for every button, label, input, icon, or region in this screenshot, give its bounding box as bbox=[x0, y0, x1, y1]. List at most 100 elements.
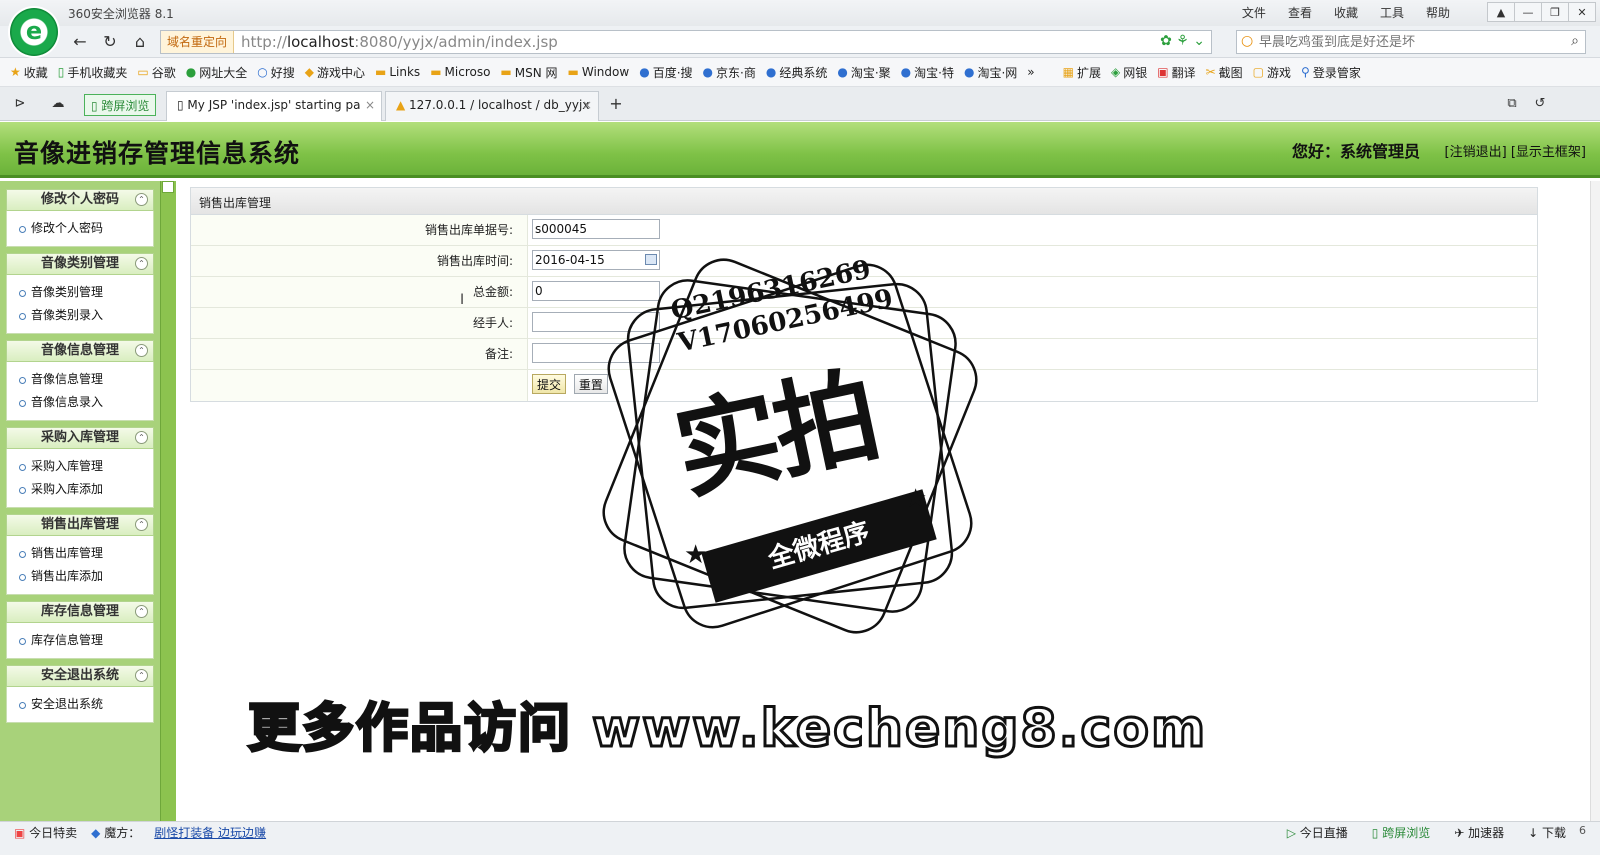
sidebar-item-exit[interactable]: 安全退出系统 bbox=[19, 693, 153, 716]
fav-item[interactable]: ★ 收藏 bbox=[10, 64, 48, 81]
fav-item[interactable]: ◆ 游戏中心 bbox=[305, 64, 365, 81]
collapse-icon[interactable]: ⌃ bbox=[135, 518, 148, 531]
section-header-purchase[interactable]: 采购入库管理 ⌃ bbox=[6, 427, 154, 449]
back-icon[interactable]: ← bbox=[68, 31, 92, 53]
fav-item[interactable]: ● 网址大全 bbox=[186, 64, 248, 81]
browser-logo-icon[interactable]: e bbox=[10, 8, 58, 56]
tool-screenshot[interactable]: ✂ 截图 bbox=[1206, 64, 1243, 81]
menu-file[interactable]: 文件 bbox=[1242, 4, 1266, 21]
address-url[interactable]: http://localhost:8080/yyjx/admin/index.j… bbox=[241, 33, 558, 51]
address-bar[interactable]: 域名重定向 http://localhost:8080/yyjx/admin/i… bbox=[160, 30, 1212, 54]
cloud-icon[interactable]: ☁ bbox=[46, 93, 70, 115]
fav-item[interactable]: ○ 好搜 bbox=[257, 64, 295, 81]
address-status-icon[interactable]: ✿ ⚘ ⌄ bbox=[1160, 33, 1205, 49]
status-cube[interactable]: ◆ 魔方： bbox=[91, 824, 140, 841]
close-icon[interactable]: ✕ bbox=[1568, 2, 1596, 22]
fav-item[interactable]: ● 淘宝·特 bbox=[901, 64, 954, 81]
menu-help[interactable]: 帮助 bbox=[1426, 4, 1450, 21]
frame-splitter[interactable] bbox=[160, 181, 176, 821]
cross-screen-button[interactable]: ▯ 跨屏浏览 bbox=[84, 94, 157, 116]
fav-item[interactable]: ▬ Window bbox=[568, 65, 630, 79]
sidebar-item-category-add[interactable]: 音像类别录入 bbox=[19, 304, 153, 327]
status-live[interactable]: ▷ 今日直播 bbox=[1287, 824, 1348, 841]
tool-bank[interactable]: ◈ 网银 bbox=[1111, 64, 1147, 81]
status-daily-deals[interactable]: ▣ 今日特卖 bbox=[14, 824, 77, 841]
sidebar-item-purchase-add[interactable]: 采购入库添加 bbox=[19, 478, 153, 501]
refresh-icon[interactable]: ↻ bbox=[98, 31, 122, 53]
browser-menu: 文件 查看 收藏 工具 帮助 bbox=[1242, 4, 1450, 21]
sidebar-item-info-add[interactable]: 音像信息录入 bbox=[19, 391, 153, 414]
zoom-level[interactable]: 6 bbox=[1579, 824, 1586, 837]
new-tab-icon[interactable]: + bbox=[604, 93, 628, 115]
fav-item[interactable]: ● 淘宝·网 bbox=[964, 64, 1017, 81]
collapse-icon[interactable]: ⌃ bbox=[135, 605, 148, 618]
tool-games[interactable]: ▢ 游戏 bbox=[1253, 64, 1291, 81]
sidebar-item-sales-manage[interactable]: 销售出库管理 bbox=[19, 542, 153, 565]
tab-index-jsp[interactable]: ▯ My JSP 'index.jsp' starting pa × bbox=[166, 91, 382, 121]
tab-phpmyadmin[interactable]: ▲ 127.0.0.1 / localhost / db_yyjx × bbox=[385, 91, 599, 121]
search-engine-icon[interactable]: ○ bbox=[1241, 33, 1253, 49]
section-header-exit[interactable]: 安全退出系统 ⌃ bbox=[6, 665, 154, 687]
status-promo-link[interactable]: 剧怪打装备 边玩边赚 bbox=[154, 824, 266, 841]
fav-item[interactable]: ● 京东·商 bbox=[703, 64, 756, 81]
menu-view[interactable]: 查看 bbox=[1288, 4, 1312, 21]
search-box[interactable]: ○ ⌕ bbox=[1236, 30, 1586, 54]
section-header-category[interactable]: 音像类别管理 ⌃ bbox=[6, 253, 154, 275]
submit-button[interactable]: 提交 bbox=[532, 374, 567, 394]
sidebar-item-info-manage[interactable]: 音像信息管理 bbox=[19, 368, 153, 391]
vertical-scrollbar[interactable] bbox=[1590, 181, 1600, 821]
sidebar-item-purchase-manage[interactable]: 采购入库管理 bbox=[19, 455, 153, 478]
redirect-badge[interactable]: 域名重定向 bbox=[161, 31, 235, 53]
fav-item[interactable]: ▭ 谷歌 bbox=[137, 64, 175, 81]
maximize-icon[interactable]: ❐ bbox=[1541, 2, 1569, 22]
logout-link[interactable]: [注销退出] bbox=[1445, 145, 1507, 160]
fav-item[interactable]: ● 百度·搜 bbox=[639, 64, 692, 81]
tool-translate[interactable]: ▣ 翻译 bbox=[1157, 64, 1195, 81]
search-icon[interactable]: ⌕ bbox=[1571, 33, 1579, 49]
fav-item[interactable]: ▬ MSN 网 bbox=[500, 64, 557, 81]
collapse-icon[interactable]: ⌃ bbox=[135, 669, 148, 682]
sidebar-item-category-manage[interactable]: 音像类别管理 bbox=[19, 281, 153, 304]
fav-item[interactable]: ▯ 手机收藏夹 bbox=[58, 64, 128, 81]
gamepad-icon: ◆ bbox=[304, 65, 314, 79]
sidebar-item-sales-add[interactable]: 销售出库添加 bbox=[19, 565, 153, 588]
minimize-icon[interactable]: — bbox=[1514, 2, 1542, 22]
fav-item[interactable]: ▬ Microso bbox=[430, 65, 490, 79]
fav-item[interactable]: ● 经典系统 bbox=[766, 64, 828, 81]
section-header-sales[interactable]: 销售出库管理 ⌃ bbox=[6, 514, 154, 536]
section-header-password[interactable]: 修改个人密码 ⌃ bbox=[6, 189, 154, 211]
fav-item[interactable]: ● 淘宝·聚 bbox=[837, 64, 890, 81]
pin-icon[interactable]: ▲ bbox=[1487, 2, 1515, 22]
tab-close-icon[interactable]: × bbox=[365, 98, 375, 112]
sidebar-item-stock-manage[interactable]: 库存信息管理 bbox=[19, 629, 153, 652]
more-favorites-icon[interactable]: » bbox=[1027, 65, 1034, 79]
menu-tools[interactable]: 工具 bbox=[1380, 4, 1404, 21]
tool-login-manager[interactable]: ⚲ 登录管家 bbox=[1301, 64, 1361, 81]
collapse-icon[interactable]: ⌃ bbox=[135, 431, 148, 444]
status-accelerator[interactable]: ✈ 加速器 bbox=[1454, 824, 1504, 841]
undo-close-icon[interactable]: ↺ bbox=[1528, 93, 1552, 115]
gift-icon: ▣ bbox=[14, 826, 30, 840]
search-input[interactable] bbox=[1259, 32, 1559, 52]
status-cross-screen[interactable]: ▯ 跨屏浏览 bbox=[1372, 824, 1430, 841]
collapse-icon[interactable]: ⌃ bbox=[135, 257, 148, 270]
show-frame-link[interactable]: [显示主框架] bbox=[1511, 145, 1586, 160]
home-icon[interactable]: ⌂ bbox=[128, 31, 152, 53]
tool-extensions[interactable]: ▦ 扩展 bbox=[1063, 64, 1101, 81]
collapse-icon[interactable]: ⌃ bbox=[135, 193, 148, 206]
folder-icon: ▬ bbox=[375, 65, 387, 79]
field-label: 销售出库单据号: bbox=[191, 215, 528, 245]
site-icon: ● bbox=[639, 65, 650, 79]
section-header-stock[interactable]: 库存信息管理 ⌃ bbox=[6, 601, 154, 623]
tab-close-icon[interactable]: × bbox=[582, 98, 592, 112]
section-body: 销售出库管理 销售出库添加 bbox=[6, 536, 154, 595]
fav-item[interactable]: ▬ Links bbox=[375, 65, 420, 79]
sidebar-toggle-icon[interactable]: ⊳ bbox=[8, 93, 32, 115]
sidebar-item-change-password[interactable]: 修改个人密码 bbox=[19, 217, 153, 240]
tab-list-icon[interactable]: ⧉ bbox=[1500, 93, 1524, 115]
splitter-handle[interactable] bbox=[162, 181, 174, 193]
status-download[interactable]: ↓ 下载 bbox=[1528, 824, 1566, 841]
section-header-info[interactable]: 音像信息管理 ⌃ bbox=[6, 340, 154, 362]
menu-favorites[interactable]: 收藏 bbox=[1334, 4, 1358, 21]
collapse-icon[interactable]: ⌃ bbox=[135, 344, 148, 357]
